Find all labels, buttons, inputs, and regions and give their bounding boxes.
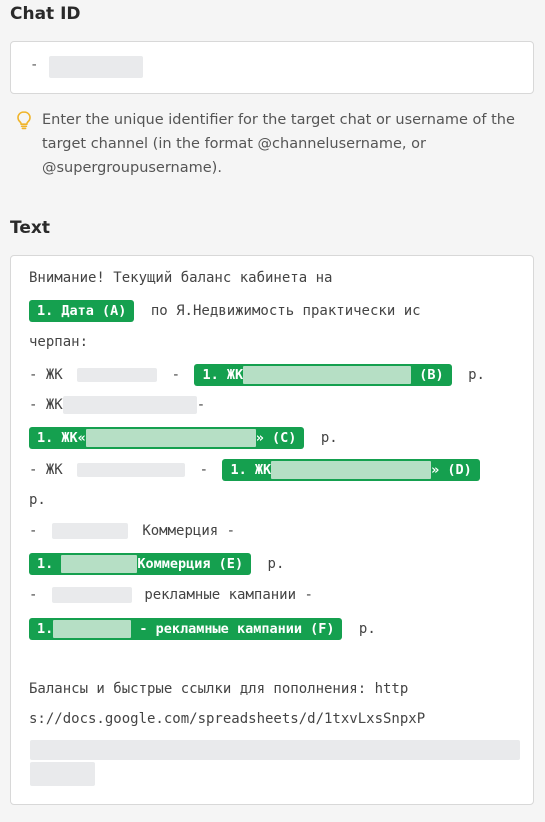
message-line: Внимание! Текущий баланс кабинета на	[29, 265, 332, 291]
message-text: -	[171, 367, 181, 383]
message-text: р.	[267, 556, 285, 572]
message-text: -	[29, 523, 38, 539]
message-text: Внимание! Текущий баланс кабинета на	[29, 270, 333, 286]
text-label: Text	[10, 218, 50, 238]
chip-text: » (C)	[255, 430, 297, 446]
redacted-text	[77, 368, 158, 382]
message-text: Коммерция -	[142, 523, 236, 539]
redacted-text	[243, 366, 412, 384]
message-text: р.	[358, 621, 376, 637]
message-text: -	[199, 462, 209, 478]
message-line: - рекламные кампании -	[29, 582, 313, 608]
message-text: -	[29, 587, 38, 603]
hint-text: Enter the unique identifier for the targ…	[42, 112, 515, 176]
chat-id-label: Chat ID	[10, 4, 81, 24]
chat-id-value: -	[30, 57, 39, 73]
lightbulb-icon	[17, 111, 31, 130]
message-text: Балансы и быстрые ссылки для пополнения:…	[29, 681, 409, 697]
message-text: - ЖК	[29, 397, 63, 413]
message-line: 1. Коммерция (E) р.	[29, 551, 284, 577]
variable-chip-b[interactable]: 1. ЖК (B)	[194, 364, 452, 386]
redacted-text	[51, 523, 128, 539]
message-text: р.	[320, 430, 338, 446]
chip-text: 1. ЖК	[202, 367, 244, 383]
chip-text: 1. ЖК«	[37, 430, 86, 446]
message-text: черпан:	[29, 334, 89, 350]
message-line: Балансы и быстрые ссылки для пополнения:…	[29, 676, 408, 702]
message-text: по Я.Недвижимость практически ис	[150, 303, 421, 319]
message-line: - ЖК - 1. ЖК » (D)	[29, 457, 480, 483]
chip-text: - рекламные кампании (F)	[139, 621, 335, 637]
message-line: - ЖК - 1. ЖК (B) р.	[29, 362, 485, 388]
redacted-text	[77, 463, 186, 477]
message-line: р.	[29, 487, 46, 513]
message-link-text: s://docs.google.com/spreadsheets/d/1txvL…	[29, 711, 426, 727]
message-line: 1. ЖК« » (C) р.	[29, 425, 338, 451]
variable-chip-e[interactable]: 1. Коммерция (E)	[29, 553, 252, 575]
redacted-text	[62, 396, 197, 414]
chip-text: (B)	[419, 367, 444, 383]
chip-text: Коммерция (E)	[137, 556, 244, 572]
chat-id-input[interactable]: -	[10, 41, 534, 94]
message-text: р.	[468, 367, 485, 383]
message-line: черпан:	[29, 329, 88, 355]
redacted-text	[271, 461, 432, 479]
chip-text: 1.	[37, 621, 54, 637]
message-text: рекламные кампании -	[144, 587, 313, 603]
message-line: 1. Дата (A) по Я.Недвижимость практическ…	[29, 298, 421, 324]
variable-chip-c[interactable]: 1. ЖК« » (C)	[29, 427, 305, 449]
chip-text: 1.	[37, 556, 54, 572]
message-text: - ЖК	[29, 462, 63, 478]
variable-chip-a[interactable]: 1. Дата (A)	[29, 300, 135, 322]
redacted-text	[85, 429, 256, 447]
redacted-text	[61, 555, 138, 573]
message-line: 1. - рекламные кампании (F) р.	[29, 616, 376, 642]
message-line: - ЖК -	[29, 392, 205, 418]
chip-text: 1. ЖК	[230, 462, 272, 478]
chat-id-redacted	[49, 56, 143, 78]
redacted-text	[51, 587, 132, 603]
message-text: - ЖК	[29, 367, 63, 383]
message-text: -	[196, 397, 206, 413]
variable-chip-d[interactable]: 1. ЖК » (D)	[222, 459, 480, 481]
message-text: р.	[29, 492, 46, 508]
chip-text: » (D)	[431, 462, 472, 478]
redacted-text	[30, 740, 520, 760]
redacted-text	[53, 620, 132, 638]
redacted-text	[30, 762, 95, 786]
message-line: s://docs.google.com/spreadsheets/d/1txvL…	[29, 706, 425, 732]
message-line: - Коммерция -	[29, 518, 235, 544]
variable-chip-f[interactable]: 1. - рекламные кампании (F)	[29, 618, 343, 640]
